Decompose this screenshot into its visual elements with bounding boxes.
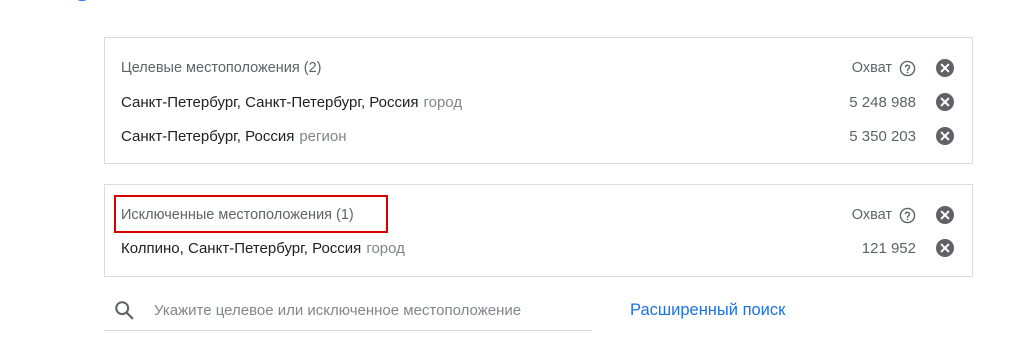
- location-reach: 121 952: [861, 239, 916, 257]
- target-location-row: Санкт-Петербург, Санкт-Петербург, Россия…: [121, 90, 954, 114]
- target-locations-header: Целевые местоположения (2) Охват: [121, 56, 954, 80]
- excluded-locations-title: Исключенные местоположения (1): [121, 207, 354, 223]
- reach-label: Охват: [851, 60, 892, 76]
- excluded-locations-header: Исключенные местоположения (1) Охват: [121, 203, 954, 227]
- target-location-row: Санкт-Петербург, Россия регион 5 350 203: [121, 124, 954, 148]
- location-search: [104, 290, 592, 331]
- help-icon[interactable]: [899, 207, 916, 224]
- target-locations-title: Целевые местоположения (2): [121, 60, 322, 76]
- target-locations-panel: Целевые местоположения (2) Охват Санкт-П…: [104, 37, 973, 164]
- location-name: Санкт-Петербург, Россия: [121, 127, 295, 145]
- location-type: регион: [299, 127, 347, 145]
- search-input[interactable]: [154, 301, 584, 319]
- search-icon: [115, 301, 134, 320]
- location-name: Санкт-Петербург, Санкт-Петербург, Россия: [121, 93, 419, 111]
- excluded-location-row: Колпино, Санкт-Петербург, Россия город 1…: [121, 236, 954, 260]
- reach-header: Охват: [852, 207, 916, 224]
- remove-all-targets-icon[interactable]: [936, 59, 954, 77]
- excluded-locations-panel: Исключенные местоположения (1) Охват Кол…: [104, 184, 973, 277]
- location-type: город: [366, 239, 405, 257]
- remove-location-icon[interactable]: [936, 239, 954, 257]
- location-reach: 5 248 988: [849, 93, 916, 111]
- remove-all-excluded-icon[interactable]: [936, 206, 954, 224]
- radio-icon[interactable]: [70, 0, 94, 6]
- remove-location-icon[interactable]: [936, 93, 954, 111]
- help-icon[interactable]: [899, 60, 916, 77]
- reach-header: Охват: [852, 60, 916, 77]
- advanced-search-link[interactable]: Расширенный поиск: [630, 301, 785, 320]
- location-name: Колпино, Санкт-Петербург, Россия: [121, 239, 362, 257]
- location-reach: 5 350 203: [849, 127, 916, 145]
- remove-location-icon[interactable]: [936, 127, 954, 145]
- location-type: город: [423, 93, 463, 111]
- reach-label: Охват: [851, 207, 892, 223]
